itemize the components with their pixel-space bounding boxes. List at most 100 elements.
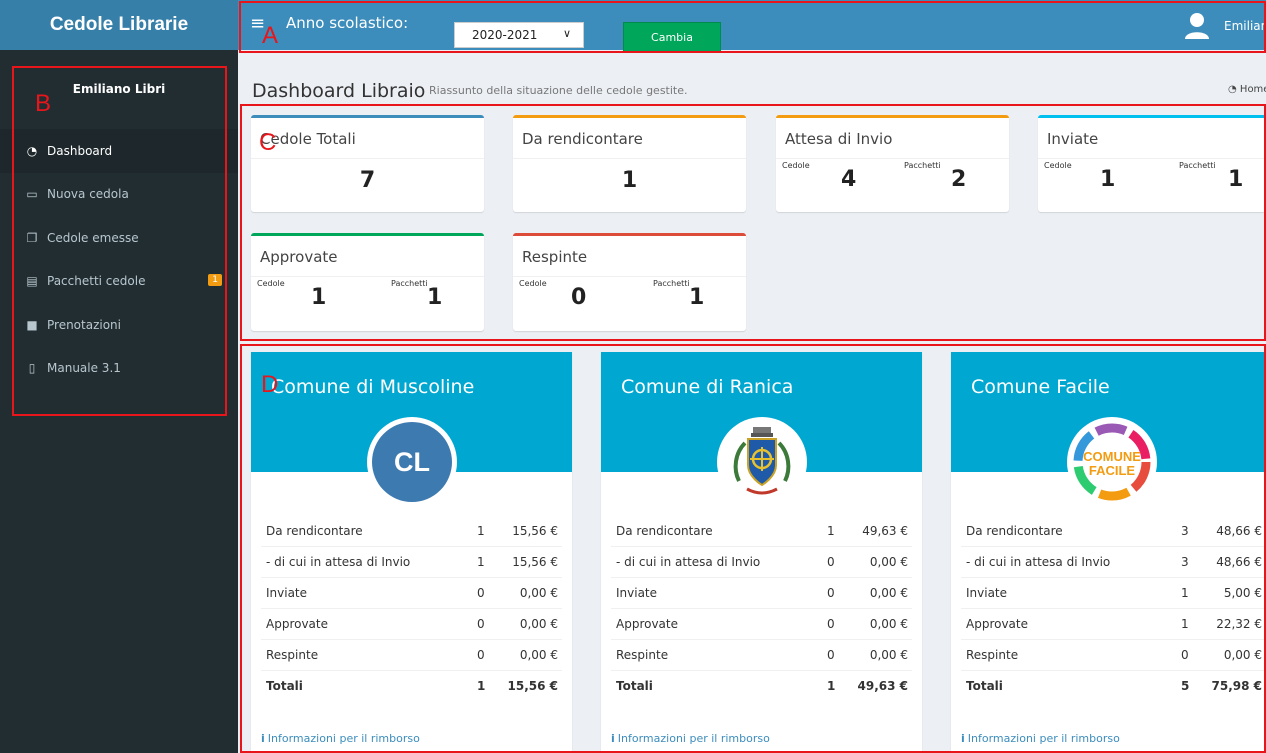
stat-pacchetti-value: 1 — [427, 285, 443, 310]
comune-card-facile: Comune Facile COMUNE FACILE Da rendicont… — [951, 352, 1266, 753]
comune-name: Comune di Muscoline — [271, 376, 475, 398]
table-row: Da rendicontare 3 48,66 € — [966, 523, 1262, 538]
dashboard-icon: ◔ — [1228, 84, 1237, 95]
anno-scolastico-label: Anno scolastico: — [286, 14, 409, 32]
comune-card-muscoline: Comune di Muscoline CL Da rendicontare 1 1… — [251, 352, 572, 753]
stat-title: Cedole Totali — [260, 130, 356, 148]
desktop-icon: ▭ — [26, 187, 38, 202]
stat-pacchetti-label: Pacchetti — [904, 161, 941, 170]
table-row: - di cui in attesa di Invio 0 0,00 € — [611, 546, 912, 577]
table-row: Inviate 0 0,00 € — [261, 577, 562, 608]
stat-pacchetti-label: Pacchetti — [391, 279, 428, 288]
anno-scolastico-select[interactable]: 2020-2021 ∨ — [454, 22, 584, 48]
top-navbar: ≡ Anno scolastico: 2020-2021 ∨ Cambia Em… — [238, 0, 1266, 52]
stat-title: Approvate — [260, 248, 338, 266]
stat-cedole-label: Cedole — [257, 279, 285, 288]
table-row: Da rendicontare 1 15,56 € — [266, 523, 558, 538]
breadcrumb-home[interactable]: Home — [1240, 84, 1266, 95]
stat-cedole-totali: Cedole Totali 7 — [251, 115, 484, 212]
table-row: Respinte 0 0,00 € — [261, 639, 562, 670]
table-row: - di cui in attesa di Invio 3 48,66 € — [961, 546, 1266, 577]
stat-approvate: Approvate Cedole Pacchetti 1 1 — [251, 233, 484, 331]
stat-cedole-label: Cedole — [519, 279, 547, 288]
stat-title: Da rendicontare — [522, 130, 643, 148]
info-icon: i — [611, 732, 615, 745]
sidebar-item-nuova-cedola[interactable]: ▭ Nuova cedola — [0, 173, 238, 217]
table-total-row: Totali 5 75,98 € — [961, 670, 1266, 701]
stat-title: Inviate — [1047, 130, 1099, 148]
stat-value: 1 — [621, 168, 638, 193]
comune-facile-logo: COMUNE FACILE — [1067, 417, 1157, 507]
sidebar: Emiliano Libri ◔ Dashboard ▭ Nuova cedol… — [0, 50, 238, 753]
stat-cedole-value: 0 — [571, 285, 587, 310]
sidebar-item-cedole-emesse[interactable]: ❐ Cedole emesse — [0, 216, 238, 260]
stat-respinte: Respinte Cedole Pacchetti 0 1 — [513, 233, 746, 331]
table-total-row: Totali 1 15,56 € — [261, 670, 562, 701]
table-row: Da rendicontare 1 49,63 € — [616, 523, 908, 538]
copy-icon: ❐ — [26, 230, 38, 245]
sidebar-item-pacchetti-cedole[interactable]: ▤ Pacchetti cedole 1 — [0, 260, 238, 304]
sidebar-toggle-icon[interactable]: ≡ — [250, 13, 265, 34]
rimborso-info-link[interactable]: i Informazioni per il rimborso — [961, 732, 1120, 745]
table-total-row: Totali 1 49,63 € — [611, 670, 912, 701]
stat-pacchetti-label: Pacchetti — [1179, 161, 1216, 170]
page-subtitle: Riassunto della situazione delle cedole … — [429, 84, 688, 97]
comune-summary-table: Da rendicontare 1 15,56 € - di cui in atte… — [261, 515, 562, 701]
stat-pacchetti-label: Pacchetti — [653, 279, 690, 288]
sidebar-item-manuale[interactable]: ▯ Manuale 3.1 — [0, 347, 238, 391]
sidebar-menu: ◔ Dashboard ▭ Nuova cedola ❐ Cedole emes… — [0, 129, 238, 390]
table-row: Approvate 0 0,00 € — [611, 608, 912, 639]
dashboard-icon: ◔ — [26, 143, 38, 158]
stat-cedole-value: 1 — [311, 285, 327, 310]
anno-scolastico-value: 2020-2021 — [472, 28, 538, 42]
comune-card-ranica: Comune di Ranica Da rendicontare 1 49,63 €… — [601, 352, 922, 753]
comune-logo-initials: CL — [372, 422, 452, 502]
table-row: - di cui in attesa di Invio 1 15,56 € — [261, 546, 562, 577]
sidebar-item-label: Manuale 3.1 — [47, 361, 121, 376]
list-icon: ▤ — [26, 274, 38, 289]
sidebar-item-label: Pacchetti cedole — [47, 274, 146, 289]
pacchetti-count-badge: 1 — [208, 273, 222, 286]
stat-cedole-label: Cedole — [782, 161, 810, 170]
comune-name: Comune Facile — [971, 376, 1110, 398]
logo-text-facile: FACILE — [1089, 463, 1136, 478]
sidebar-item-label: Dashboard — [47, 143, 113, 158]
stat-da-rendicontare: Da rendicontare 1 — [513, 115, 746, 212]
brand-logo[interactable]: Cedole Librarie — [0, 0, 238, 50]
sidebar-item-dashboard[interactable]: ◔ Dashboard — [0, 129, 238, 173]
comune-name: Comune di Ranica — [621, 376, 794, 398]
comune-logo: CL — [367, 417, 457, 507]
rimborso-info-link[interactable]: i Informazioni per il rimborso — [261, 732, 420, 745]
breadcrumb[interactable]: ◔ Home — [1228, 84, 1266, 95]
open-book-icon: ▯ — [28, 361, 36, 376]
table-row: Approvate 0 0,00 € — [261, 608, 562, 639]
cambia-button[interactable]: Cambia — [623, 22, 721, 52]
sidebar-item-label: Nuova cedola — [47, 187, 129, 202]
sidebar-item-prenotazioni[interactable]: ■ Prenotazioni — [0, 303, 238, 347]
stat-cedole-label: Cedole — [1044, 161, 1072, 170]
stat-pacchetti-value: 2 — [951, 167, 967, 192]
stat-title: Attesa di Invio — [785, 130, 893, 148]
table-row: Inviate 0 0,00 € — [611, 577, 912, 608]
rimborso-info-link[interactable]: i Informazioni per il rimborso — [611, 732, 770, 745]
logo-text-comune: COMUNE — [1083, 449, 1141, 464]
stat-pacchetti-value: 1 — [1228, 167, 1244, 192]
table-row: Respinte 0 0,00 € — [611, 639, 912, 670]
user-icon[interactable] — [1184, 12, 1210, 40]
stat-pacchetti-value: 1 — [689, 285, 705, 310]
table-row: Approvate 1 22,32 € — [961, 608, 1266, 639]
info-icon: i — [961, 732, 965, 745]
chevron-down-icon: ∨ — [562, 27, 571, 40]
user-menu-name[interactable]: Emiliano Libri — [1224, 19, 1266, 33]
table-row: Inviate 1 5,00 € — [961, 577, 1266, 608]
table-row: Respinte 0 0,00 € — [961, 639, 1266, 670]
book-icon: ■ — [26, 317, 38, 332]
sidebar-item-label: Cedole emesse — [47, 230, 139, 245]
stat-title: Respinte — [522, 248, 588, 266]
stat-cedole-value: 1 — [1100, 167, 1116, 192]
stat-inviate: Inviate Cedole Pacchetti 1 1 — [1038, 115, 1266, 212]
sidebar-item-label: Prenotazioni — [47, 317, 121, 332]
page-title: Dashboard Libraio — [252, 80, 426, 102]
stat-value: 7 — [359, 168, 376, 193]
comune-summary-table: Da rendicontare 1 49,63 € - di cui in atte… — [611, 515, 912, 701]
